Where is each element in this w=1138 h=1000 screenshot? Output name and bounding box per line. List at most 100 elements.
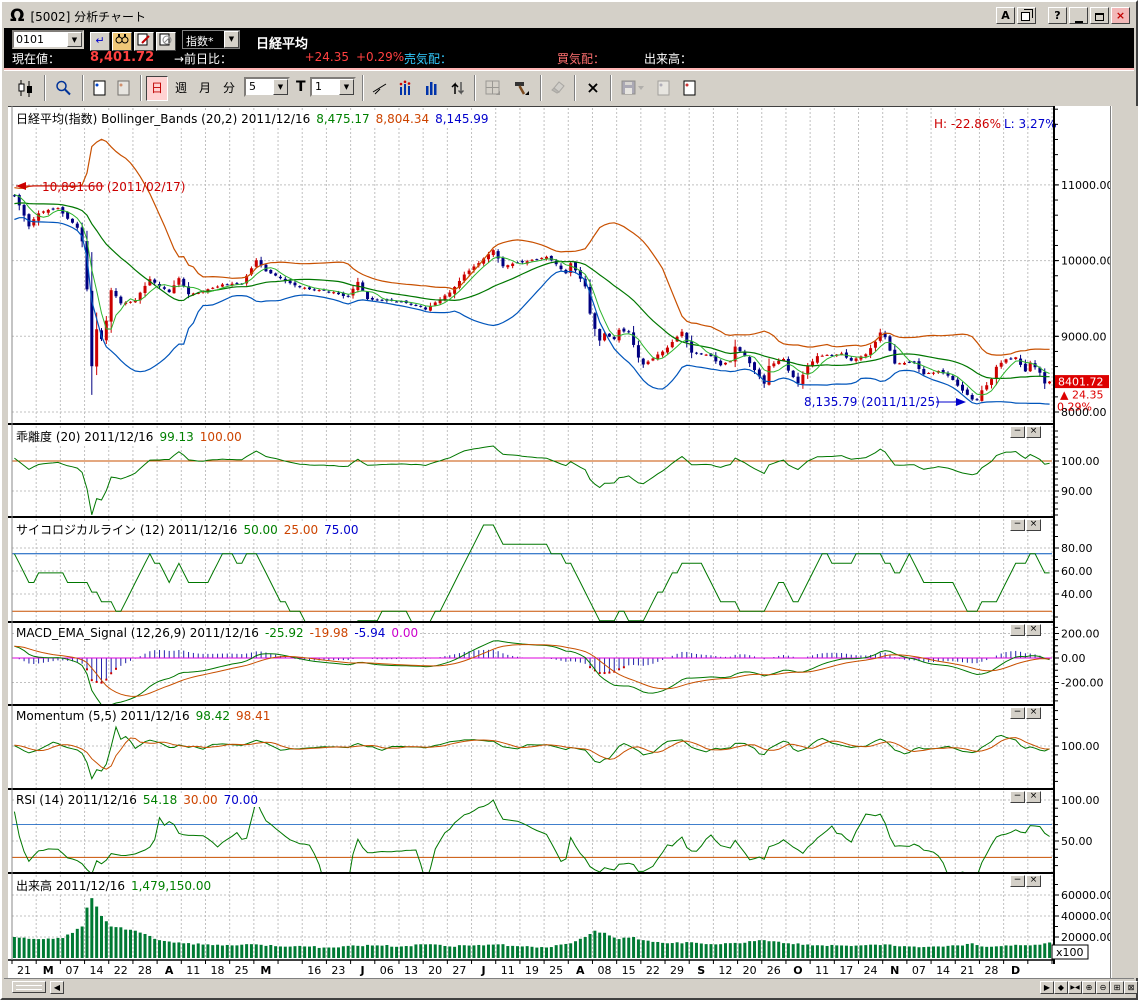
svg-text:11: 11 [815, 964, 829, 977]
sort-updown-button[interactable] [446, 76, 470, 101]
export-page-button[interactable] [678, 76, 702, 101]
close-panel-button[interactable]: ⊠ [1124, 981, 1138, 994]
trendline-tool-button[interactable] [368, 76, 392, 101]
period-monthly-button[interactable]: 月 [194, 76, 216, 101]
chart-area[interactable]: 21 M 07 14 22 28 A 11 18 25 M 16 23 J 06 13 20 27 J 11 19 25 A… [4, 105, 1138, 978]
close-icon: × [1115, 9, 1126, 22]
maximize-icon [1095, 13, 1104, 21]
search-binoculars-button[interactable] [112, 32, 132, 51]
save-menu-button[interactable] [616, 76, 650, 101]
panel-value: -25.92 [264, 626, 304, 640]
page-icon [93, 80, 106, 96]
panel-value: 8,145.99 [435, 112, 489, 126]
chart-toolbar: 日 週 月 分 5 ▼ T 1 ▼ × [4, 70, 1134, 106]
svg-text:21: 21 [17, 964, 31, 977]
period-weekly-button[interactable]: 週 [170, 76, 192, 101]
indicator-overlay-button[interactable] [394, 76, 418, 101]
close-button[interactable]: × [1111, 7, 1130, 24]
copy-page-button[interactable] [112, 76, 136, 101]
zoom-tool-button[interactable] [50, 76, 76, 101]
svg-text:9000.00: 9000.00 [1061, 330, 1107, 343]
panel-close-button-macd[interactable]: × [1026, 624, 1041, 636]
minute-interval-combo[interactable]: 5 ▼ [244, 77, 290, 97]
panel-close-button-momentum[interactable]: × [1026, 707, 1041, 719]
panel-value: 1,479,150.00 [130, 879, 212, 893]
indicator-pane-button[interactable] [420, 76, 444, 101]
copy-window-button[interactable] [1017, 7, 1036, 24]
blue-bars-icon [426, 82, 437, 95]
svg-text:x100: x100 [1056, 946, 1084, 959]
change-value: +24.35 [304, 50, 349, 64]
load-page-button[interactable] [652, 76, 676, 101]
pan-mode-button[interactable]: ◆ [1054, 981, 1068, 994]
chevron-down-icon[interactable]: ▼ [339, 79, 354, 95]
bid-label: 買気配： [557, 52, 606, 66]
fit-width-button[interactable]: ▶◀ [1068, 981, 1082, 994]
grid-layout-button[interactable] [480, 76, 506, 101]
minimize-button[interactable] [1069, 7, 1088, 24]
scroll-left-button[interactable]: ◀ [50, 981, 64, 994]
period-minute-button[interactable]: 分 [218, 76, 240, 101]
tick-interval-value: 1 [315, 80, 322, 93]
tick-interval-combo[interactable]: 1 ▼ [310, 77, 356, 97]
svg-text:0.29%: 0.29% [1057, 401, 1092, 414]
panel-close-button-rsi[interactable]: × [1026, 791, 1041, 803]
zoom-in-button[interactable]: ⊕ [1082, 981, 1096, 994]
edit-button[interactable] [134, 32, 154, 51]
chevron-down-icon[interactable]: ▼ [224, 31, 239, 48]
grid-toggle-button[interactable]: ⊞ [1110, 981, 1124, 994]
panel-minimize-button-macd[interactable]: − [1010, 624, 1025, 636]
panel-close-button-volume[interactable]: × [1026, 875, 1041, 887]
save-icon [621, 80, 644, 95]
category-value: 指数* [186, 35, 214, 48]
svg-text:22: 22 [114, 964, 128, 977]
tools-menu-button[interactable] [508, 76, 534, 101]
candlestick-chart-button[interactable] [12, 76, 38, 101]
panel-minimize-button-kairi[interactable]: − [1010, 426, 1025, 438]
bottom-scrollbar: ◀ ▶ ◆ ▶◀ ⊕ ⊖ ⊞ ⊠ [4, 978, 1138, 994]
panel-close-button-psych[interactable]: × [1026, 519, 1041, 531]
panel-minimize-button-volume[interactable]: − [1010, 875, 1025, 887]
delete-all-button[interactable]: × [580, 76, 606, 101]
change-label: →前日比： [174, 52, 233, 66]
help-button[interactable]: ? [1048, 7, 1067, 24]
chart-canvas[interactable]: 21 M 07 14 22 28 A 11 18 25 M 16 23 J 06 13 20 27 J 11 19 25 A… [4, 105, 1114, 978]
eraser-button[interactable] [546, 76, 570, 101]
symbol-code-combo[interactable]: 0101 ▼ [12, 30, 84, 49]
change-percent: +0.29% [356, 50, 405, 64]
panel-minimize-button-psych[interactable]: − [1010, 519, 1025, 531]
category-combo[interactable]: 指数* ▼ [182, 30, 240, 49]
chevron-down-icon[interactable]: ▼ [67, 32, 82, 47]
font-button[interactable]: A [996, 7, 1015, 24]
svg-text:80.00: 80.00 [1061, 542, 1093, 555]
eraser-icon [551, 81, 565, 94]
svg-text:29: 29 [670, 964, 684, 977]
chevron-down-icon[interactable]: ▼ [273, 79, 288, 95]
zoom-out-button[interactable]: ⊖ [1096, 981, 1110, 994]
panel-close-button-kairi[interactable]: × [1026, 426, 1041, 438]
titlebar: Ω [5002] 分析チャート A ? × [4, 4, 1134, 28]
up-down-arrows-icon [451, 82, 465, 95]
scrollbar-thumb[interactable] [12, 981, 46, 993]
svg-text:40.00: 40.00 [1061, 588, 1093, 601]
panel-minimize-button-rsi[interactable]: − [1010, 791, 1025, 803]
x-icon: × [586, 78, 600, 97]
svg-text:14: 14 [90, 964, 104, 977]
svg-text:22: 22 [646, 964, 660, 977]
clear-drawing-button[interactable] [156, 32, 176, 51]
panel-value: -5.94 [354, 626, 386, 640]
scroll-right-button[interactable]: ▶ [1040, 981, 1054, 994]
period-daily-button[interactable]: 日 [146, 76, 168, 101]
maximize-button[interactable] [1090, 7, 1109, 24]
new-page-button[interactable] [88, 76, 112, 101]
svg-text:15: 15 [622, 964, 636, 977]
enter-button[interactable]: ↵ [90, 32, 110, 51]
current-price: 8,401.72 [90, 50, 155, 65]
panel-header-momentum: Momentum (5,5) 2011/12/16 98.42 98.41 [14, 709, 273, 723]
svg-text:11000.00: 11000.00 [1061, 179, 1110, 192]
svg-text:100.00: 100.00 [1061, 794, 1100, 807]
panel-value: 70.00 [223, 793, 258, 807]
panel-minimize-button-momentum[interactable]: − [1010, 707, 1025, 719]
page-icon [117, 80, 130, 96]
hammer-icon [514, 82, 529, 95]
